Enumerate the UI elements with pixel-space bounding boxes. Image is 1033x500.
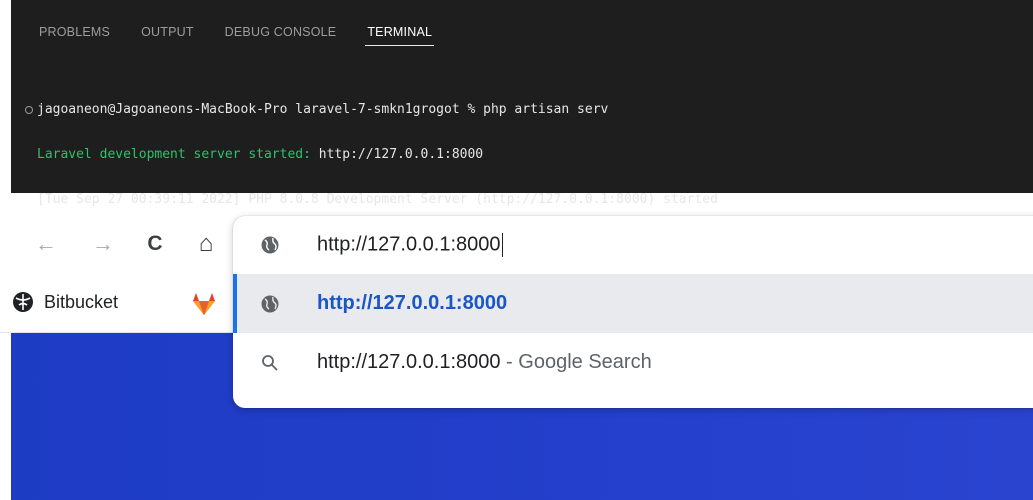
back-arrow-icon[interactable]: ←: [31, 229, 61, 259]
suggestion-url[interactable]: http://127.0.0.1:8000: [233, 274, 1033, 333]
command-text: jagoaneon@Jagoaneons-MacBook-Pro laravel…: [37, 102, 609, 117]
tab-terminal[interactable]: TERMINAL: [365, 25, 434, 46]
bitbucket-icon: [13, 292, 33, 312]
selection-indicator: [233, 274, 237, 333]
omnibox-dropdown: http://127.0.0.1:8000 http://127.0.0.1:8…: [233, 216, 1033, 408]
terminal-panel: PROBLEMS OUTPUT DEBUG CONSOLE TERMINAL j…: [11, 0, 1033, 251]
home-icon[interactable]: ⌂: [191, 229, 221, 259]
terminal-line-prompt: jagoaneon@Jagoaneons-MacBook-Pro laravel…: [11, 102, 1033, 117]
terminal-line-started: Laravel development server started: http…: [11, 147, 1033, 162]
text-caret: [501, 233, 503, 257]
suggestion-query: http://127.0.0.1:8000: [317, 351, 501, 373]
tab-output[interactable]: OUTPUT: [141, 25, 194, 46]
address-bar[interactable]: http://127.0.0.1:8000: [233, 216, 1033, 274]
forward-arrow-icon[interactable]: →: [88, 229, 118, 259]
bookmark-label: Bitbucket: [44, 291, 119, 312]
server-log-text: [Tue Sep 27 00:39:11 2022] PHP 8.0.8 Dev…: [37, 192, 718, 207]
suggestion-text: http://127.0.0.1:8000: [317, 292, 508, 314]
globe-icon: [259, 293, 281, 315]
gitlab-icon[interactable]: [190, 292, 218, 316]
suggestion-text: http://127.0.0.1:8000 - Google Search: [317, 351, 652, 374]
suggestion-search[interactable]: http://127.0.0.1:8000 - Google Search: [233, 333, 1033, 392]
bookmark-bitbucket[interactable]: Bitbucket: [12, 287, 118, 317]
reload-icon[interactable]: C: [140, 229, 170, 259]
command-status-icon: [25, 105, 33, 114]
suggestion-suffix: - Google Search: [500, 351, 652, 373]
globe-icon: [259, 234, 281, 256]
address-input[interactable]: http://127.0.0.1:8000: [317, 233, 503, 257]
server-url: http://127.0.0.1:8000: [310, 147, 484, 162]
tab-debug-console[interactable]: DEBUG CONSOLE: [225, 25, 337, 46]
terminal-line-log: [Tue Sep 27 00:39:11 2022] PHP 8.0.8 Dev…: [11, 192, 1033, 207]
server-started-label: Laravel development server started:: [37, 147, 311, 162]
address-value: http://127.0.0.1:8000: [317, 233, 501, 256]
tab-problems[interactable]: PROBLEMS: [39, 25, 110, 46]
search-icon: [259, 352, 281, 374]
panel-tabs: PROBLEMS OUTPUT DEBUG CONSOLE TERMINAL: [11, 0, 1033, 46]
